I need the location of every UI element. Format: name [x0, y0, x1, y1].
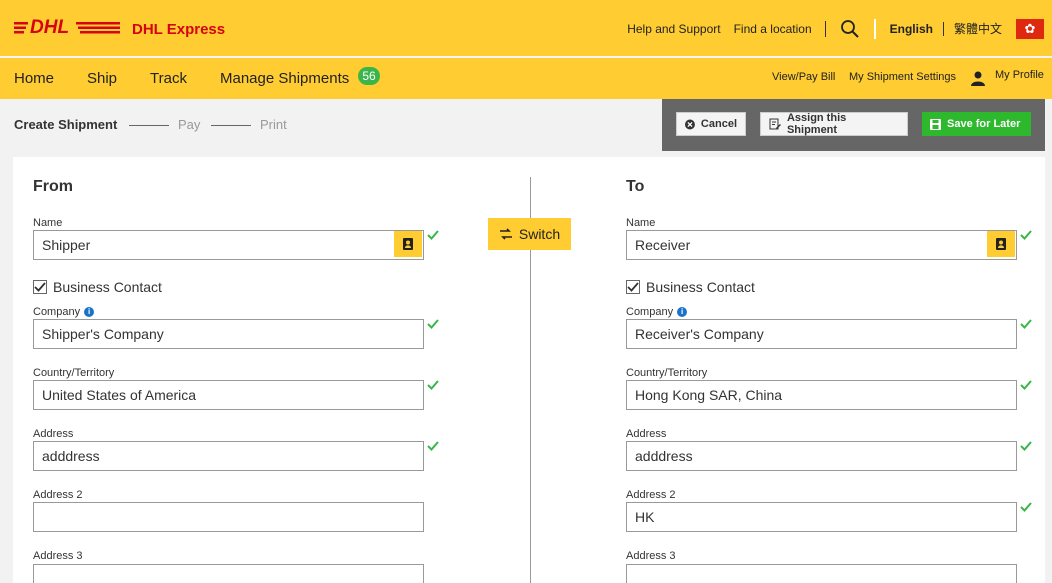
from-address-label: Address [33, 428, 74, 440]
from-address-valid-icon [427, 441, 439, 451]
nav-manage-shipments[interactable]: Manage Shipments [220, 70, 349, 87]
assign-label: Assign this Shipment [786, 112, 847, 136]
from-address3-input[interactable] [33, 564, 424, 583]
save-icon [930, 118, 941, 130]
from-business-contact-label: Business Contact [53, 279, 162, 295]
from-address-book-button[interactable] [394, 231, 422, 257]
from-company-input[interactable]: Shipper's Company [33, 319, 424, 349]
to-address2-valid-icon [1020, 502, 1032, 512]
user-icon[interactable] [970, 70, 986, 86]
shipment-settings-link[interactable]: My Shipment Settings [849, 71, 956, 83]
from-company-label: Company i [33, 306, 95, 318]
utility-divider [824, 20, 826, 37]
utility-nav: Help and Support Find a location English… [627, 0, 1052, 57]
top-header: DHL DHL Express Help and Support Find a … [0, 0, 1052, 57]
switch-label: Switch [518, 226, 561, 242]
view-pay-bill-link[interactable]: View/Pay Bill [772, 71, 835, 83]
from-country-valid-icon [427, 380, 439, 390]
svg-text:DHL: DHL [30, 17, 69, 36]
to-company-input[interactable]: Receiver's Company [626, 319, 1017, 349]
to-business-contact-checkbox[interactable] [626, 280, 640, 294]
dhl-logo[interactable]: DHL [14, 16, 120, 36]
from-name-valid-icon [427, 230, 439, 240]
from-company-label-text: Company [33, 306, 81, 318]
from-country-label: Country/Territory [33, 367, 115, 379]
flag-glyph: ✿ [1024, 20, 1036, 36]
checkmark-icon [34, 282, 46, 292]
my-profile-link[interactable]: My Profile [995, 69, 1044, 81]
to-address3-input[interactable] [626, 564, 1017, 583]
to-name-label: Name [626, 217, 656, 229]
from-business-contact[interactable]: Business Contact [33, 279, 162, 295]
find-location-link[interactable]: Find a location [734, 22, 812, 36]
language-divider [942, 21, 944, 36]
search-icon[interactable] [840, 19, 860, 39]
from-address2-input[interactable] [33, 502, 424, 532]
main-nav: Home Ship Track Manage Shipments 56 View… [0, 58, 1052, 99]
from-name-input[interactable]: Shipper [33, 230, 424, 260]
step-connector [211, 125, 251, 126]
help-support-link[interactable]: Help and Support [627, 22, 720, 36]
search-divider [873, 18, 876, 39]
to-address3-label: Address 3 [626, 550, 676, 562]
cancel-button[interactable]: Cancel [676, 112, 746, 136]
assign-shipment-button[interactable]: Assign this Shipment [760, 112, 908, 136]
switch-button[interactable]: Switch [488, 218, 571, 250]
to-title: To [626, 178, 645, 195]
from-company-valid-icon [427, 319, 439, 329]
save-label: Save for Later [947, 118, 1021, 130]
checkmark-icon [627, 282, 639, 292]
from-business-contact-checkbox[interactable] [33, 280, 47, 294]
from-name-label: Name [33, 217, 63, 229]
to-address2-label: Address 2 [626, 489, 676, 501]
edit-document-icon [769, 118, 781, 130]
to-company-label: Company i [626, 306, 688, 318]
nav-track[interactable]: Track [150, 70, 187, 87]
to-company-label-text: Company [626, 306, 674, 318]
contact-book-icon [403, 238, 413, 250]
to-country-valid-icon [1020, 380, 1032, 390]
to-country-label: Country/Territory [626, 367, 708, 379]
language-chinese[interactable]: 繁體中文 [954, 20, 1002, 37]
to-address-valid-icon [1020, 441, 1032, 451]
from-address3-label: Address 3 [33, 550, 83, 562]
nav-ship[interactable]: Ship [87, 70, 117, 87]
step-connector [129, 125, 169, 126]
close-circle-icon [685, 119, 695, 129]
hong-kong-flag-icon[interactable]: ✿ [1016, 18, 1044, 39]
swap-arrows-icon [499, 228, 512, 240]
save-for-later-button[interactable]: Save for Later [922, 112, 1031, 136]
step-print: Print [260, 117, 287, 132]
contact-book-icon [996, 238, 1006, 250]
from-country-input[interactable]: United States of America [33, 380, 424, 410]
to-company-valid-icon [1020, 319, 1032, 329]
to-name-input[interactable]: Receiver [626, 230, 1017, 260]
step-create-shipment: Create Shipment [14, 117, 118, 132]
from-title: From [33, 178, 73, 195]
step-pay: Pay [178, 117, 201, 132]
from-address-input[interactable]: adddress [33, 441, 424, 471]
to-business-contact[interactable]: Business Contact [626, 279, 755, 295]
to-country-input[interactable]: Hong Kong SAR, China [626, 380, 1017, 410]
to-address-book-button[interactable] [987, 231, 1015, 257]
cancel-label: Cancel [700, 118, 737, 130]
to-name-valid-icon [1020, 230, 1032, 240]
action-panel: Cancel Assign this Shipment Save for Lat… [662, 99, 1045, 151]
to-address-label: Address [626, 428, 667, 440]
to-address-input[interactable]: adddress [626, 441, 1017, 471]
to-address2-input[interactable]: HK [626, 502, 1017, 532]
brand-name: DHL Express [132, 21, 226, 38]
from-address2-label: Address 2 [33, 489, 83, 501]
nav-home[interactable]: Home [14, 70, 54, 87]
info-icon[interactable]: i [677, 307, 688, 317]
shipments-count-badge: 56 [358, 67, 380, 85]
to-business-contact-label: Business Contact [646, 279, 755, 295]
language-english[interactable]: English [890, 22, 933, 36]
info-icon[interactable]: i [84, 307, 95, 317]
